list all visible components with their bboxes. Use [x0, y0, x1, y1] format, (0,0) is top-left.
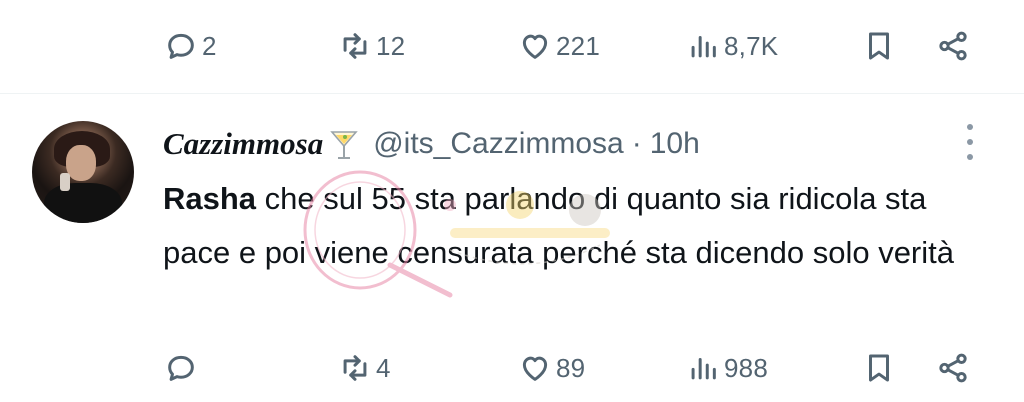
- user-handle[interactable]: @its_Cazzimmosa: [373, 127, 624, 161]
- three-dots-icon: [967, 124, 973, 130]
- share-button[interactable]: [936, 338, 970, 398]
- mention-rasha[interactable]: Rasha: [163, 181, 256, 216]
- header-separator: ·: [631, 127, 642, 160]
- display-name[interactable]: Cazzimmosa: [163, 126, 323, 162]
- tweet-divider: [0, 93, 1024, 94]
- avatar[interactable]: [32, 121, 134, 223]
- more-options-button[interactable]: [958, 124, 982, 160]
- share-icon: [939, 353, 967, 383]
- bookmark-button[interactable]: [862, 16, 896, 76]
- views-count: 8,7K: [724, 30, 779, 61]
- tweet-body: che sul 55 sta parlando di quanto sia ri…: [163, 181, 954, 270]
- bookmark-icon: [869, 354, 889, 382]
- like-count: 221: [556, 30, 600, 61]
- tweet-action-bar: 4 89 988: [0, 338, 1024, 398]
- views-button[interactable]: 8,7K: [686, 16, 778, 76]
- tweet-timestamp[interactable]: 10h: [650, 127, 700, 161]
- like-button[interactable]: 89: [518, 338, 585, 398]
- reply-button[interactable]: [164, 338, 202, 398]
- retweet-icon: [343, 33, 367, 59]
- speech-bubble-icon: [168, 355, 194, 381]
- bar-chart-icon: [691, 36, 716, 58]
- like-button[interactable]: 221: [518, 16, 600, 76]
- views-button[interactable]: 988: [686, 338, 768, 398]
- retweet-count: 4: [376, 352, 391, 383]
- speech-bubble-icon: [168, 33, 194, 59]
- previous-tweet-action-bar: 2 12 221 8,7K: [0, 16, 1024, 76]
- reply-count: 2: [202, 30, 217, 61]
- share-button[interactable]: [936, 16, 970, 76]
- reply-button[interactable]: 2: [164, 16, 217, 76]
- bookmark-button[interactable]: [862, 338, 896, 398]
- heart-icon: [522, 356, 548, 381]
- heart-icon: [522, 34, 548, 59]
- share-icon: [939, 31, 967, 61]
- retweet-count: 12: [376, 30, 406, 61]
- retweet-icon: [343, 355, 367, 381]
- tweet-text: Rasha che sul 55 sta parlando di quanto …: [163, 172, 993, 280]
- bar-chart-icon: [691, 358, 716, 380]
- retweet-button[interactable]: 12: [338, 16, 405, 76]
- retweet-button[interactable]: 4: [338, 338, 391, 398]
- views-count: 988: [724, 352, 768, 383]
- bookmark-icon: [869, 32, 889, 60]
- cocktail-glass-icon: [330, 131, 358, 159]
- like-count: 89: [556, 352, 586, 383]
- tweet-header: Cazzimmosa @its_Cazzimmosa · 10h: [163, 122, 700, 166]
